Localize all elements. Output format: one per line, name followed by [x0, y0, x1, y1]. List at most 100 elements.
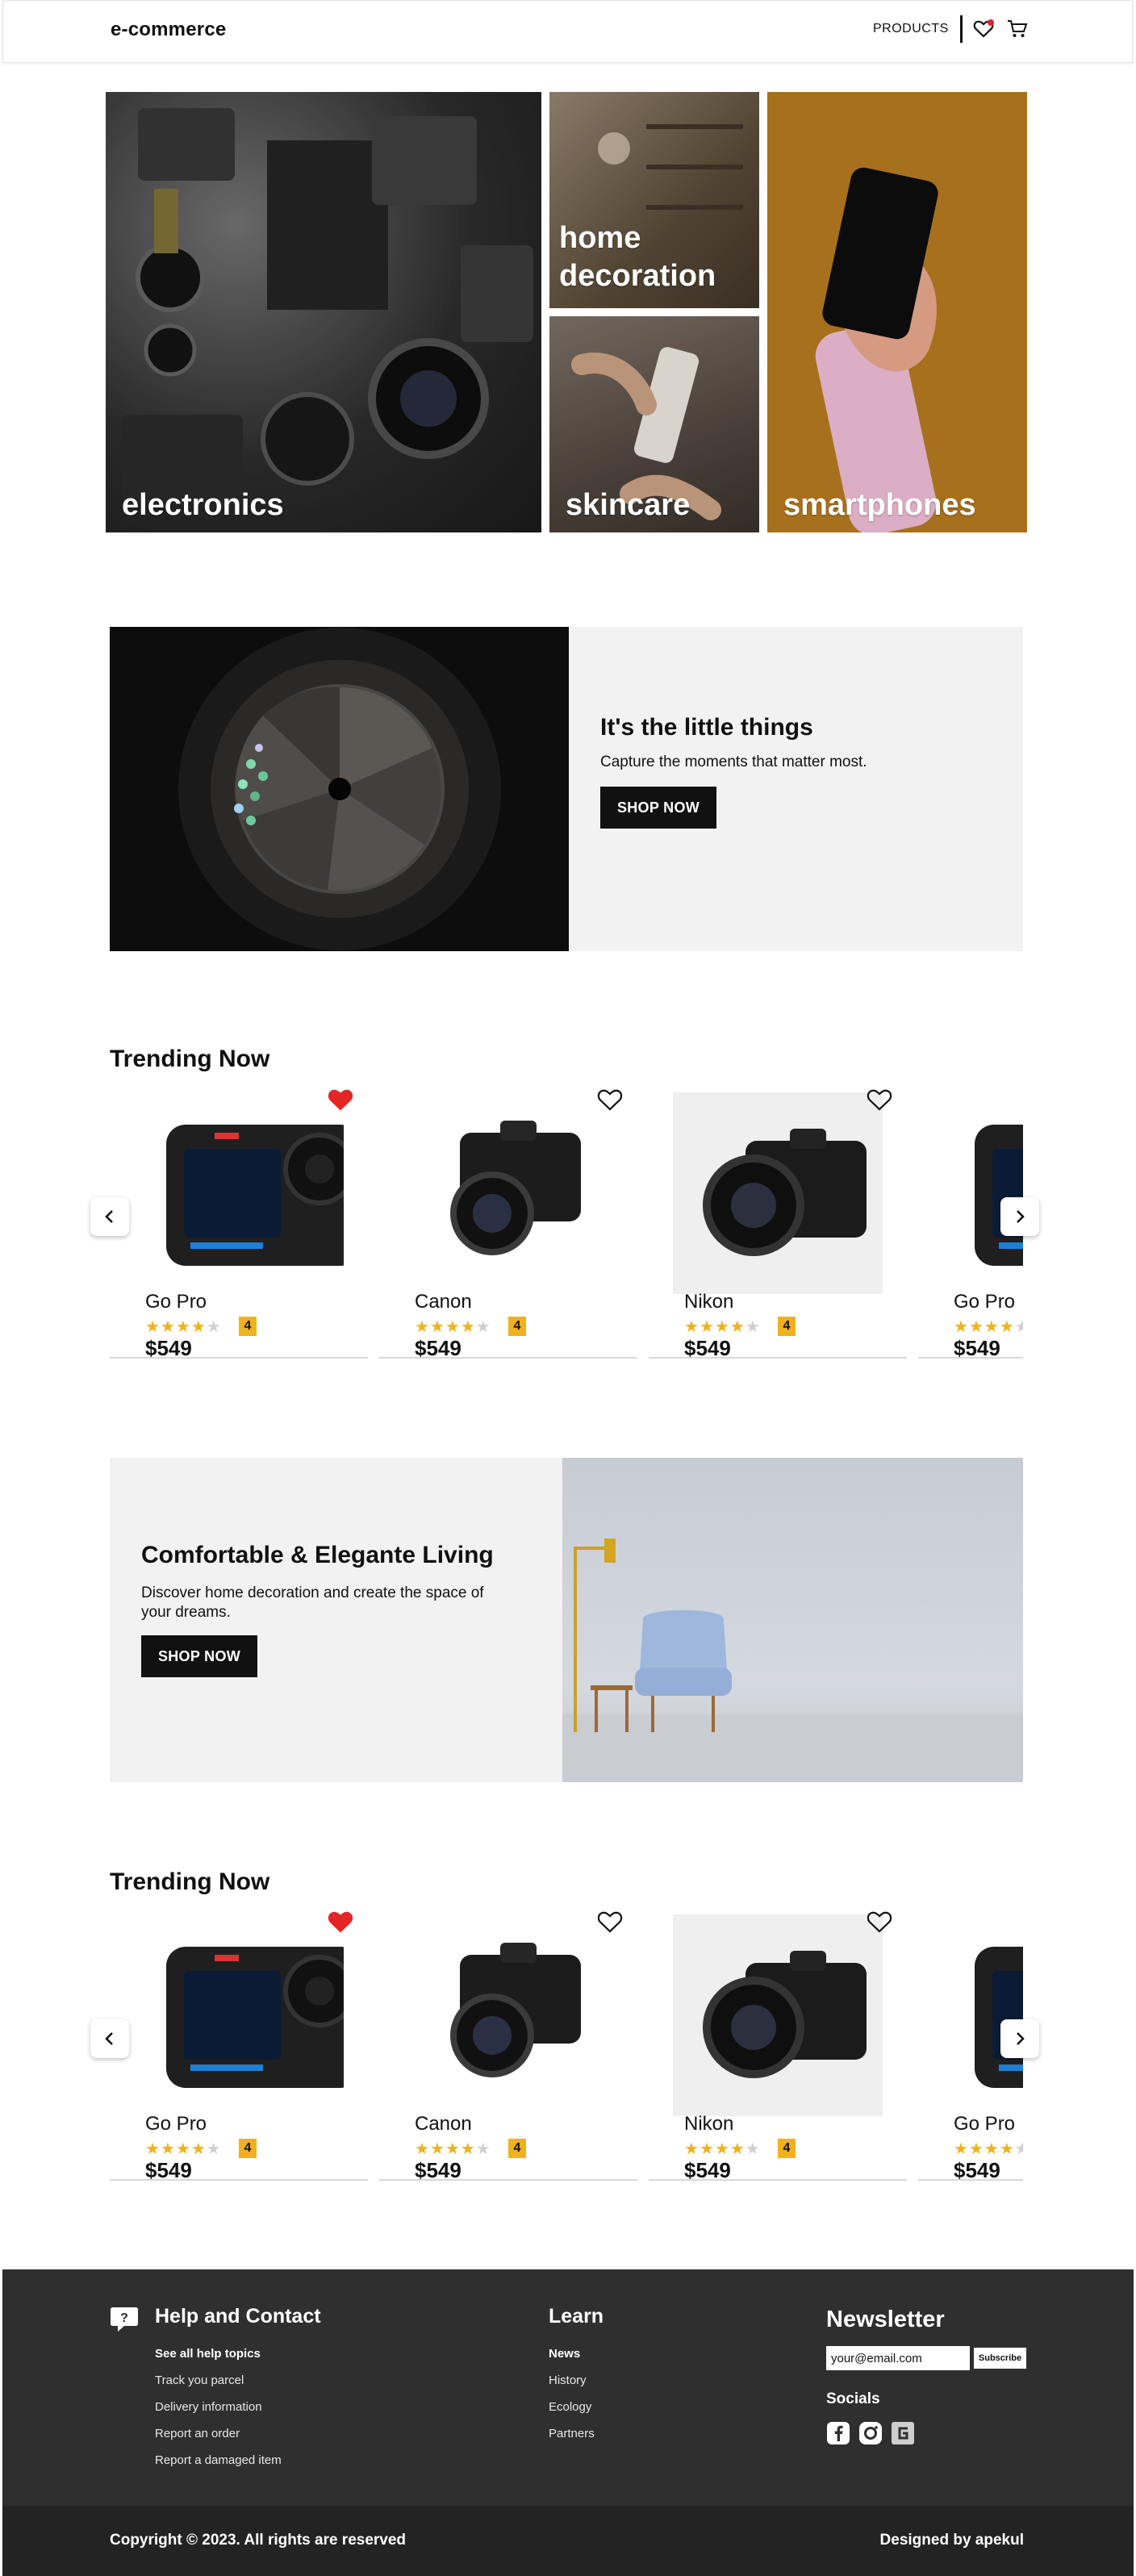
carousel-prev-button[interactable] — [90, 1197, 129, 1236]
category-electronics[interactable]: electronics — [106, 92, 541, 532]
product-card[interactable]: Canon ★★★★★ 4 $549 — [379, 1906, 637, 2181]
banner-home-title: Comfortable & Elegante Living — [141, 1542, 494, 1568]
product-price: $549 — [145, 1336, 192, 1359]
product-rating-badge: 4 — [239, 1317, 257, 1336]
product-card[interactable]: Canon ★★★★★ 4 $549 — [379, 1084, 637, 1359]
product-stars: ★★★★★ — [684, 2140, 761, 2158]
card-divider — [649, 2179, 907, 2181]
product-card[interactable]: Nikon ★★★★★ 4 $549 — [649, 1084, 907, 1359]
chevron-right-icon — [1017, 1210, 1025, 1223]
footer-learn-link[interactable]: History — [549, 2374, 587, 2387]
product-price: $549 — [415, 1336, 461, 1359]
nav-divider — [960, 15, 963, 43]
wishlist-badge — [988, 19, 994, 26]
footer-learn-link[interactable]: News — [549, 2347, 580, 2361]
newsletter-email-input[interactable] — [826, 2346, 970, 2370]
product-rating-badge: 4 — [778, 1317, 796, 1336]
category-smartphones[interactable]: smartphones — [767, 92, 1027, 532]
footer-help-link[interactable]: Track you parcel — [155, 2374, 244, 2387]
armchair-room-image — [562, 1458, 1023, 1782]
product-name: Go Pro — [954, 2113, 1016, 2135]
favorite-heart-icon[interactable] — [597, 1910, 623, 1934]
footer-help-link[interactable]: Delivery information — [155, 2400, 262, 2414]
category-skincare[interactable]: skincare — [549, 316, 759, 532]
category-home-decoration[interactable]: home decoration — [549, 92, 759, 308]
product-name: Canon — [415, 2113, 472, 2135]
chevron-left-icon — [105, 1210, 113, 1223]
carousel-next-button[interactable] — [1000, 2019, 1039, 2058]
footer-help-link[interactable]: See all help topics — [155, 2347, 261, 2361]
card-divider — [379, 1357, 637, 1359]
card-divider — [110, 2179, 368, 2181]
product-card[interactable]: Go Pro ★★★★★ 4 $549 — [110, 1906, 368, 2181]
category-label-skincare: skincare — [566, 488, 691, 522]
favorite-heart-icon[interactable] — [867, 1910, 892, 1934]
footer-bottom-bar: Copyright © 2023. All rights are reserve… — [2, 2506, 1134, 2576]
product-name: Go Pro — [954, 1291, 1016, 1313]
chevron-left-icon — [105, 2032, 113, 2045]
carousel-next-button[interactable] — [1000, 1197, 1039, 1236]
trending-carousel: Go Pro ★★★★★ 4 $549 Canon ★★★★★ 4 $549 N… — [110, 1084, 1023, 1359]
chevron-right-icon — [1017, 2032, 1025, 2045]
favorite-heart-icon[interactable] — [328, 1088, 353, 1112]
cameras-collage-image — [106, 92, 541, 532]
footer-learn-link[interactable]: Ecology — [549, 2400, 591, 2414]
instagram-icon[interactable] — [858, 2421, 883, 2445]
product-price: $549 — [954, 2158, 1000, 2181]
card-divider — [379, 2179, 637, 2181]
favorite-heart-icon[interactable] — [867, 1088, 892, 1112]
shop-now-button-camera[interactable]: SHOP NOW — [600, 787, 716, 829]
product-rating-badge: 4 — [508, 1317, 526, 1336]
banner-camera-text: Capture the moments that matter most. — [600, 754, 867, 770]
promo-banner-home: Comfortable & Elegante Living Discover h… — [110, 1458, 1023, 1782]
product-rating-badge: 4 — [239, 2139, 257, 2158]
product-stars: ★★★★★ — [415, 2140, 491, 2158]
product-image-gopro — [942, 1914, 1023, 2116]
card-divider — [918, 1357, 1023, 1359]
copyright-text: Copyright © 2023. All rights are reserve… — [110, 2532, 407, 2549]
favorite-heart-icon[interactable] — [597, 1088, 623, 1112]
carousel-prev-button[interactable] — [90, 2019, 129, 2058]
footer-newsletter-title: Newsletter — [826, 2307, 945, 2332]
cart-icon[interactable] — [1007, 19, 1028, 39]
footer-help-link[interactable]: Report a damaged item — [155, 2453, 282, 2467]
category-label-home-decoration: home decoration — [559, 221, 716, 293]
product-name: Nikon — [684, 2113, 734, 2135]
site-footer: ? Help and Contact See all help topics T… — [2, 2269, 1134, 2506]
product-name: Nikon — [684, 1291, 734, 1313]
chat-bubble-icon: ? — [111, 2307, 138, 2332]
product-name: Go Pro — [145, 1291, 207, 1313]
product-stars: ★★★★★ — [684, 1318, 761, 1336]
product-price: $549 — [684, 1336, 731, 1359]
footer-help-link[interactable]: Report an order — [155, 2427, 240, 2440]
category-label-electronics: electronics — [122, 488, 284, 522]
newsletter-subscribe-button[interactable]: Subscribe — [974, 2348, 1026, 2369]
smartphone-hand-image — [767, 92, 1027, 532]
product-stars: ★★★★★ — [954, 2140, 1023, 2158]
trending-section-title: Trending Now — [110, 1046, 270, 1072]
promo-banner-camera: It's the little things Capture the momen… — [110, 627, 1023, 951]
product-image-gopro — [942, 1092, 1023, 1294]
github-icon[interactable] — [891, 2421, 915, 2445]
site-header: e-commerce PRODUCTS — [2, 0, 1133, 63]
product-price: $549 — [954, 1336, 1000, 1359]
product-name: Go Pro — [145, 2113, 207, 2135]
category-label-smartphones: smartphones — [783, 488, 976, 522]
product-stars: ★★★★★ — [415, 1318, 491, 1336]
designed-by-text: Designed by apekul — [879, 2532, 1024, 2549]
footer-learn-link[interactable]: Partners — [549, 2427, 595, 2440]
product-price: $549 — [145, 2158, 192, 2181]
trending-carousel: Go Pro ★★★★★ 4 $549 Canon ★★★★★ 4 $549 N… — [110, 1906, 1023, 2181]
product-image-gopro — [134, 1914, 344, 2116]
footer-learn-title: Learn — [549, 2305, 604, 2328]
svg-text:?: ? — [120, 2311, 128, 2325]
site-logo[interactable]: e-commerce — [111, 19, 226, 41]
nav-products-link[interactable]: PRODUCTS — [873, 22, 949, 36]
shop-now-button-home[interactable]: SHOP NOW — [141, 1635, 257, 1677]
product-price: $549 — [684, 2158, 731, 2181]
product-card[interactable]: Go Pro ★★★★★ 4 $549 — [110, 1084, 368, 1359]
product-card[interactable]: Nikon ★★★★★ 4 $549 — [649, 1906, 907, 2181]
favorite-heart-icon[interactable] — [328, 1910, 353, 1934]
footer-help-title: Help and Contact — [155, 2305, 321, 2328]
facebook-icon[interactable] — [826, 2421, 850, 2445]
